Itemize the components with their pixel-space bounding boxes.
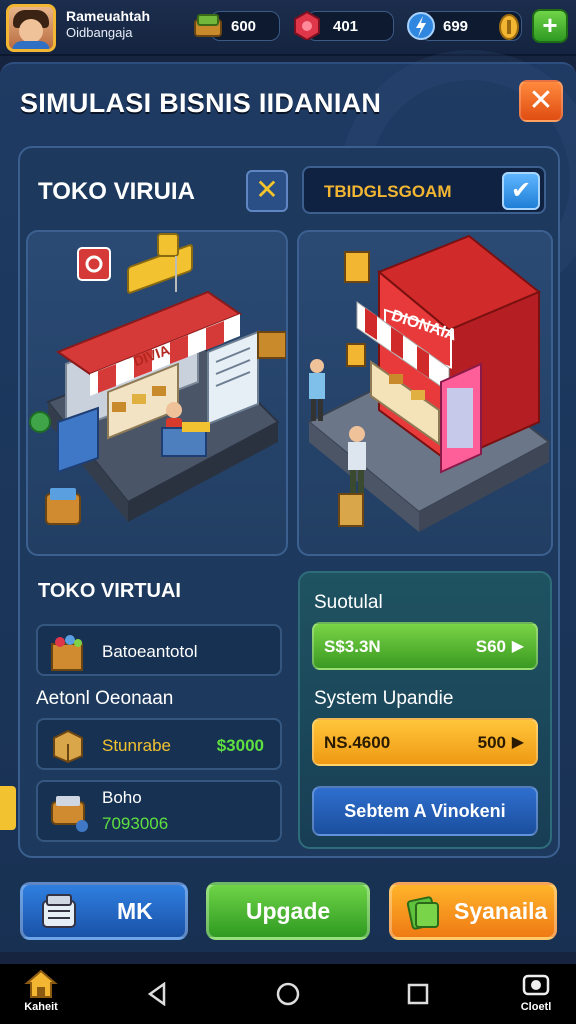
syanaila-button-label: Syanaila bbox=[454, 898, 548, 924]
syanaila-button[interactable]: Syanaila bbox=[389, 882, 557, 940]
left-section-title: TOKO VIRTUAI bbox=[38, 580, 181, 602]
register-icon bbox=[42, 894, 76, 928]
orange-upgrade-button[interactable]: NS.4600 500 ▶ bbox=[312, 718, 538, 766]
green-button-price: S$3.3N bbox=[324, 637, 381, 656]
chevron-right-icon: ▶ bbox=[511, 638, 524, 655]
green-button-amount: S60 bbox=[475, 637, 506, 656]
money-icon bbox=[406, 896, 439, 930]
orange-button-amount: 500 bbox=[477, 733, 506, 752]
recents-icon[interactable] bbox=[407, 983, 429, 1005]
virtual-store-scene[interactable]: DIVIA bbox=[26, 230, 288, 556]
cancel-toggle-button[interactable]: ✕ bbox=[246, 170, 288, 212]
coin-icon bbox=[499, 14, 519, 40]
confirm-check-button[interactable]: ✔ bbox=[502, 172, 540, 210]
system-virtual-button[interactable]: Sebtem A Vinokeni bbox=[312, 786, 538, 836]
list-item-label: Batoeantotol bbox=[102, 642, 198, 661]
nav-right[interactable]: Cloetl bbox=[510, 970, 562, 1013]
player-subtitle: Oidbangaja bbox=[66, 25, 133, 40]
upgrade-button[interactable]: Upgade bbox=[206, 882, 370, 940]
list-item-label: Boho bbox=[102, 788, 142, 807]
orange-button-price: NS.4600 bbox=[324, 733, 391, 752]
list-item-batoeantotol[interactable]: Batoeantotol bbox=[36, 624, 282, 676]
list-item-value: 7093006 bbox=[102, 814, 169, 833]
player-avatar[interactable] bbox=[6, 4, 56, 52]
mk-button-label: MK bbox=[117, 898, 153, 924]
home-icon bbox=[24, 969, 58, 998]
chevron-right-icon: ▶ bbox=[511, 734, 524, 751]
list-item-value: $3000 bbox=[216, 736, 264, 755]
green-purchase-button[interactable]: S$3.3N S60 ▶ bbox=[312, 622, 538, 670]
add-currency-button[interactable]: + bbox=[532, 9, 568, 43]
gem-icon bbox=[294, 10, 320, 40]
gem-value: 401 bbox=[333, 18, 359, 35]
cart-icon bbox=[51, 796, 88, 832]
camera-icon bbox=[522, 974, 550, 996]
back-icon[interactable] bbox=[146, 982, 168, 1006]
energy-value: 699 bbox=[443, 18, 469, 35]
box-icon bbox=[51, 635, 83, 671]
mk-button[interactable]: MK bbox=[20, 882, 188, 940]
nav-home-label: Kaheit bbox=[24, 1001, 58, 1013]
top-bar: Rameuahtah Oidbangaja 600 401 699 + bbox=[0, 0, 576, 56]
city-store-scene[interactable]: DIONAIA bbox=[297, 230, 553, 556]
player-name: Rameuahtah bbox=[66, 8, 151, 24]
package-icon bbox=[53, 729, 83, 764]
system-virtual-label: Sebtem A Vinokeni bbox=[344, 801, 506, 821]
side-tab-marker bbox=[0, 786, 16, 830]
list-item-label: Stunrabe bbox=[102, 736, 171, 755]
system-nav-bar: Kaheit Cloetl bbox=[0, 964, 576, 1024]
list-item-stunrabe[interactable]: Stunrabe $3000 bbox=[36, 718, 282, 770]
left-subsection-title: Aetonl Oeonaan bbox=[36, 688, 174, 709]
cash-stack-icon bbox=[194, 14, 222, 37]
system-upgrade-title: System Upandie bbox=[314, 688, 454, 709]
nav-home[interactable]: Kaheit bbox=[14, 968, 68, 1013]
page-title: SIMULASI BISNIS IIDANIAN bbox=[20, 88, 382, 118]
list-item-boho[interactable]: Boho 7093006 bbox=[36, 780, 282, 842]
nav-right-label: Cloetl bbox=[520, 1001, 552, 1013]
home-circle-icon[interactable] bbox=[276, 982, 300, 1006]
close-button[interactable]: ✕ bbox=[519, 80, 563, 122]
upgrade-panel-title: Suotulal bbox=[314, 592, 383, 613]
store-title: TOKO VIRUIA bbox=[38, 178, 195, 205]
energy-icon bbox=[407, 12, 435, 40]
store-code-text: TBIDGLSGOAM bbox=[324, 182, 452, 201]
upgrade-button-label: Upgade bbox=[245, 898, 331, 924]
cash-value: 600 bbox=[231, 18, 257, 35]
